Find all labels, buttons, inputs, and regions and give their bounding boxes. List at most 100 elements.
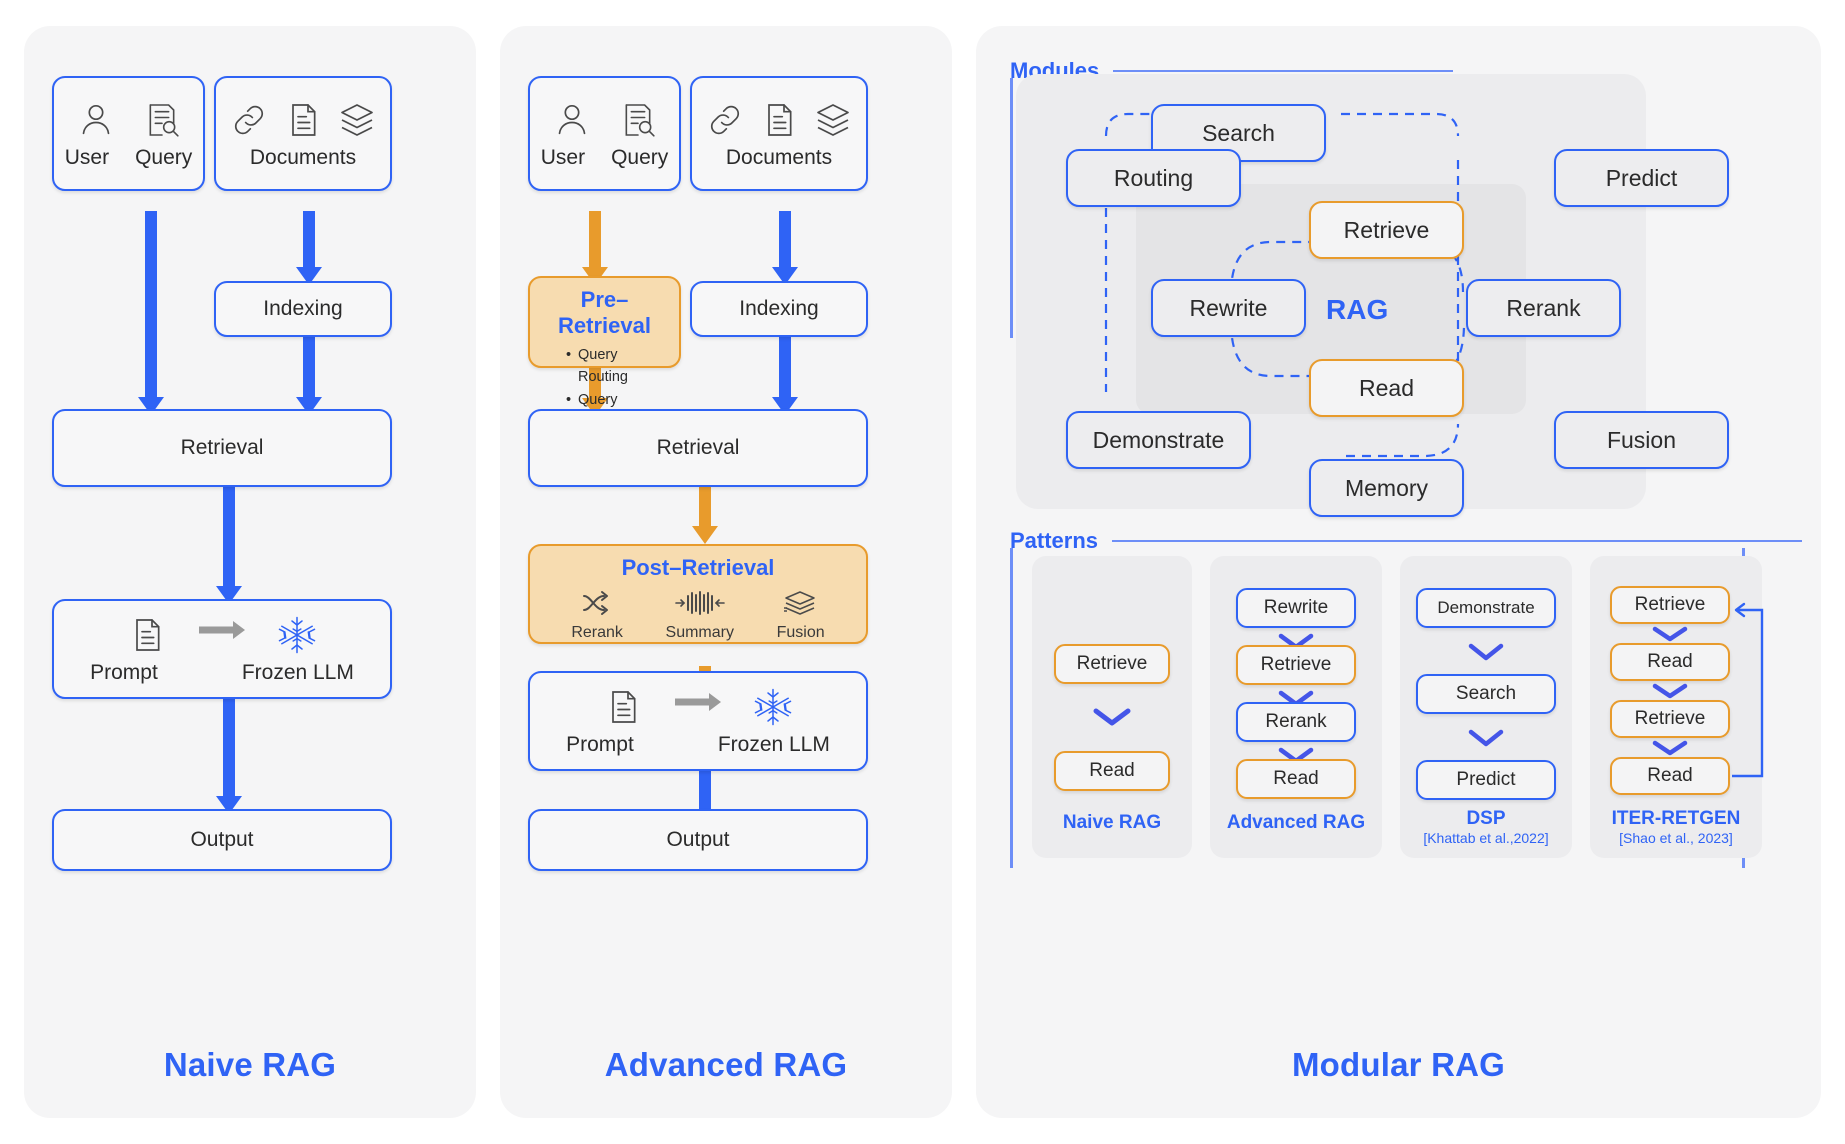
pattern-card-naive-rag[interactable]: Retrieve Read Naive RAG [1032, 556, 1192, 858]
advanced-output-label: Output [666, 828, 730, 851]
post-retrieval-label: Rerank [571, 624, 623, 641]
module-node-rewrite[interactable]: Rewrite [1151, 279, 1306, 337]
pattern-step[interactable]: Search [1416, 674, 1556, 714]
pattern-step[interactable]: Retrieve [1236, 645, 1356, 685]
pattern-step-label: Read [1647, 765, 1693, 786]
naive-output-box[interactable]: Output [52, 809, 392, 871]
naive-retrieval-label: Retrieval [180, 436, 264, 459]
patterns-section-header: Patterns [1010, 528, 1803, 554]
naive-output-label: Output [190, 828, 254, 851]
module-node-retrieve[interactable]: Retrieve [1309, 201, 1464, 259]
modules-left-bracket [1010, 78, 1013, 338]
pattern-card-advanced-rag[interactable]: Rewrite Retrieve Rerank Read Advanced RA… [1210, 556, 1382, 858]
user-icon [552, 100, 592, 140]
post-retrieval-label: Summary [665, 624, 734, 641]
layers-icon [813, 100, 853, 140]
pattern-step-label: Rewrite [1263, 597, 1329, 618]
pattern-step[interactable]: Rerank [1236, 702, 1356, 742]
naive-documents-label: Documents [249, 145, 357, 169]
module-label: Memory [1344, 474, 1429, 501]
module-label: Fusion [1606, 426, 1677, 453]
pre-retrieval-box[interactable]: Pre–Retrieval Query Routing Query Rewrit… [528, 276, 681, 475]
module-label: Rerank [1506, 294, 1581, 321]
module-node-routing[interactable]: Routing [1066, 149, 1241, 207]
pre-retrieval-item: Query Routing [544, 344, 665, 389]
pattern-name: ITER-RETGEN [1611, 808, 1741, 829]
pre-retrieval-title: Pre–Retrieval [558, 287, 651, 338]
pattern-card-dsp[interactable]: Demonstrate Search Predict DSP [Khattab … [1400, 556, 1572, 858]
module-label: Demonstrate [1092, 426, 1225, 453]
chevron-down-icon [1468, 643, 1504, 661]
post-retrieval-label: Fusion [776, 624, 825, 641]
naive-retrieval-box[interactable]: Retrieval [52, 409, 392, 487]
module-node-rerank[interactable]: Rerank [1466, 279, 1621, 337]
iteration-loop-arrow [1732, 602, 1764, 778]
rag-center-label: RAG [1326, 294, 1389, 325]
arrow-retrieval-to-prompt [154, 466, 304, 606]
diagram-canvas: User Query Documents Indexing Retrieval … [0, 0, 1845, 1144]
pattern-step-label: Read [1647, 651, 1693, 672]
query-search-document-icon [142, 100, 182, 140]
chevron-down-icon [1652, 626, 1688, 642]
module-node-demonstrate[interactable]: Demonstrate [1066, 411, 1251, 469]
snowflake-icon [277, 615, 317, 655]
module-label: Search [1202, 119, 1275, 146]
document-icon [127, 615, 167, 655]
panel-naive-rag: User Query Documents Indexing Retrieval … [24, 26, 476, 1118]
pattern-step[interactable]: Retrieve [1610, 700, 1730, 738]
pattern-step[interactable]: Retrieve [1054, 644, 1170, 684]
module-node-predict[interactable]: Predict [1554, 149, 1729, 207]
pattern-name: Naive RAG [1062, 812, 1162, 833]
module-label: Read [1359, 374, 1414, 401]
modular-rag-title: Modular RAG [1291, 1046, 1506, 1083]
pattern-step[interactable]: Demonstrate [1416, 588, 1556, 628]
naive-indexing-box[interactable]: Indexing [214, 281, 392, 337]
document-icon [603, 687, 643, 727]
advanced-output-box[interactable]: Output [528, 809, 868, 871]
module-node-fusion[interactable]: Fusion [1554, 411, 1729, 469]
pattern-step-label: Retrieve [1634, 594, 1706, 615]
advanced-retrieval-label: Retrieval [656, 436, 740, 459]
module-label: Retrieve [1343, 216, 1430, 243]
arrow-indexing-to-retrieval [710, 331, 860, 416]
post-retrieval-item-fusion[interactable]: Fusion [777, 590, 825, 642]
post-retrieval-item-summary[interactable]: Summary [666, 590, 734, 642]
patterns-header-rule [1112, 540, 1803, 542]
pattern-step[interactable]: Read [1610, 757, 1730, 795]
naive-user-query-box[interactable]: User Query [52, 76, 205, 191]
naive-prompt-llm-box[interactable]: Prompt Frozen LLM [52, 599, 392, 699]
chevron-down-icon [1652, 740, 1688, 756]
pattern-citation: [Khattab et al.,2022] [1423, 830, 1549, 846]
pattern-card-iter-retgen[interactable]: Retrieve Read Retrieve Read ITER-RETGEN … [1590, 556, 1764, 858]
post-retrieval-box[interactable]: Post–Retrieval Rerank Summary Fusion [528, 544, 868, 644]
module-node-read[interactable]: Read [1309, 359, 1464, 417]
advanced-user-query-box[interactable]: User Query [528, 76, 681, 191]
post-retrieval-title: Post–Retrieval [621, 555, 775, 580]
post-retrieval-item-rerank[interactable]: Rerank [571, 590, 623, 642]
advanced-user-label: User [540, 145, 586, 169]
pattern-step[interactable]: Predict [1416, 760, 1556, 800]
advanced-indexing-box[interactable]: Indexing [690, 281, 868, 337]
advanced-rag-title: Advanced RAG [604, 1046, 848, 1083]
advanced-frozen-llm-label: Frozen LLM [717, 733, 830, 756]
naive-indexing-label: Indexing [263, 297, 343, 320]
user-icon [76, 100, 116, 140]
advanced-prompt-llm-box[interactable]: Prompt Frozen LLM [528, 671, 868, 771]
naive-documents-box[interactable]: Documents [214, 76, 392, 191]
module-node-memory[interactable]: Memory [1309, 459, 1464, 517]
advanced-documents-box[interactable]: Documents [690, 76, 868, 191]
arrow-query-to-pre-retrieval [520, 211, 670, 286]
module-label: Predict [1605, 164, 1678, 191]
patterns-left-bracket [1010, 548, 1013, 868]
right-arrow-icon [673, 691, 723, 727]
pattern-step[interactable]: Rewrite [1236, 588, 1356, 628]
pattern-step[interactable]: Read [1610, 643, 1730, 681]
pattern-step-label: Retrieve [1076, 653, 1148, 674]
advanced-documents-label: Documents [725, 145, 833, 169]
pattern-step[interactable]: Retrieve [1610, 586, 1730, 624]
pattern-step[interactable]: Read [1236, 759, 1356, 799]
modules-header-rule [1113, 70, 1454, 72]
advanced-retrieval-box[interactable]: Retrieval [528, 409, 868, 487]
pattern-step[interactable]: Read [1054, 751, 1170, 791]
chevron-down-icon [1093, 708, 1131, 726]
